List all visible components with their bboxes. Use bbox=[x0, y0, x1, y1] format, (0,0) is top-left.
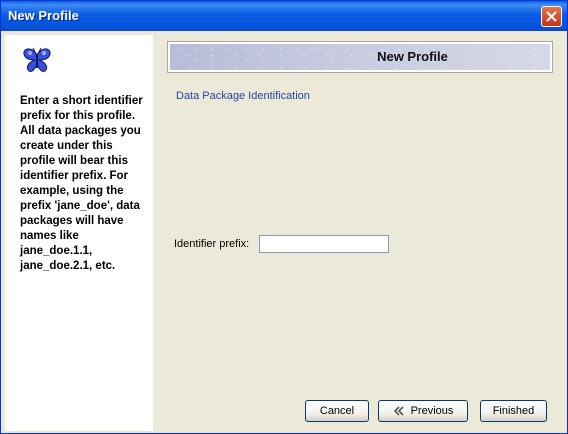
left-panel: Enter a short identifier prefix for this… bbox=[5, 35, 153, 431]
close-icon bbox=[546, 11, 557, 22]
instructions-text: Enter a short identifier prefix for this… bbox=[20, 95, 143, 272]
previous-button[interactable]: Previous bbox=[378, 400, 468, 422]
previous-label: Previous bbox=[410, 405, 454, 417]
window-title: New Profile bbox=[8, 8, 79, 23]
cancel-button[interactable]: Cancel bbox=[305, 400, 369, 422]
section-link[interactable]: Data Package Identification bbox=[176, 90, 310, 102]
close-button[interactable] bbox=[541, 6, 562, 27]
title-bar[interactable]: New Profile bbox=[1, 1, 567, 31]
butterfly-icon bbox=[23, 47, 51, 72]
new-profile-dialog: New Profile Enter a short identifier pre… bbox=[0, 0, 568, 434]
finished-button[interactable]: Finished bbox=[480, 400, 547, 422]
main-panel: New Profile Data Package Identification … bbox=[154, 35, 564, 431]
header-banner: New Profile bbox=[167, 41, 553, 73]
double-chevron-left-icon bbox=[393, 406, 404, 416]
page-title: New Profile bbox=[377, 49, 448, 64]
identifier-prefix-input[interactable] bbox=[259, 235, 389, 253]
identifier-label: Identifier prefix: bbox=[174, 238, 250, 250]
